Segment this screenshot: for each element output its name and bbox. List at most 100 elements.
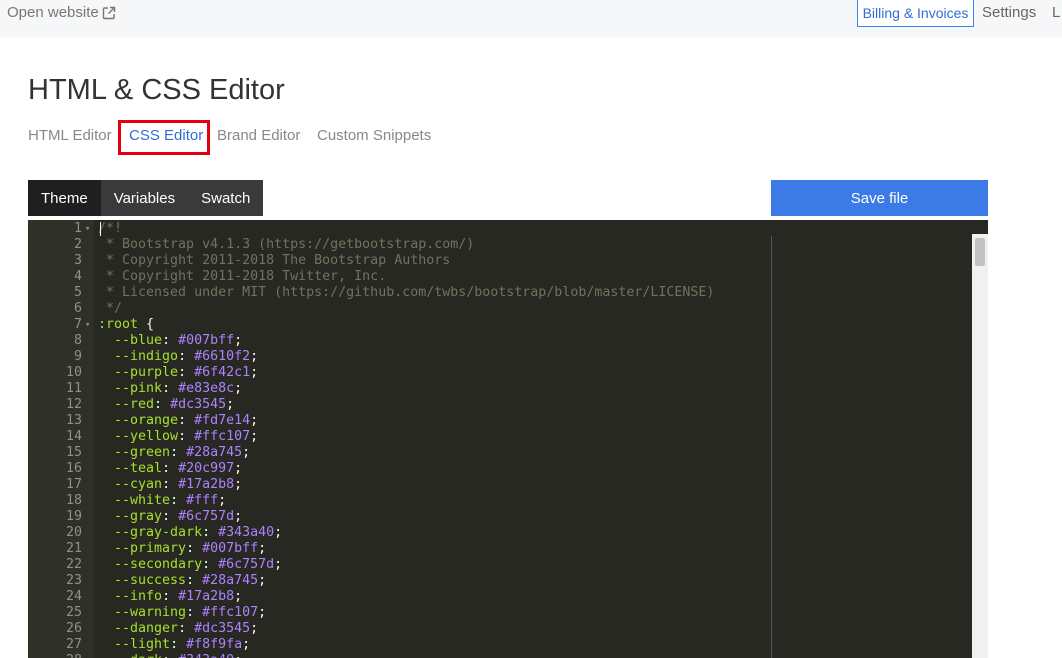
code-token: { bbox=[138, 317, 155, 332]
code-token: ; bbox=[250, 413, 259, 428]
scrollbar-thumb[interactable] bbox=[975, 238, 985, 266]
code-line: --red: #dc3545; bbox=[98, 397, 234, 413]
code-token: #6c757d bbox=[178, 509, 235, 524]
code-token: #007bff bbox=[178, 333, 235, 348]
code-line: --orange: #fd7e14; bbox=[98, 413, 258, 429]
code-token: #fd7e14 bbox=[194, 413, 251, 428]
code-token: ; bbox=[234, 509, 243, 524]
code-token: #6c757d bbox=[218, 557, 275, 572]
text-cursor bbox=[100, 222, 101, 236]
subtab-theme[interactable]: Theme bbox=[28, 180, 101, 216]
code-token: ; bbox=[250, 621, 259, 636]
line-number: 17 bbox=[65, 477, 82, 492]
code-token: ; bbox=[242, 445, 251, 460]
editor-scrollbar[interactable] bbox=[972, 234, 988, 658]
code-line: :root { bbox=[98, 317, 154, 333]
subtab-variables[interactable]: Variables bbox=[100, 180, 189, 216]
code-line: --info: #17a2b8; bbox=[98, 589, 242, 605]
code-token: --success bbox=[114, 573, 187, 588]
line-number: 8 bbox=[73, 333, 82, 348]
line-number: 23 bbox=[65, 573, 82, 588]
code-token: ; bbox=[250, 365, 259, 380]
line-number: 7 bbox=[73, 317, 82, 332]
code-token: --green bbox=[114, 445, 171, 460]
line-number: 18 bbox=[65, 493, 82, 508]
nav-billing-invoices[interactable]: Billing & Invoices bbox=[857, 0, 974, 27]
line-number: 2 bbox=[73, 237, 82, 252]
code-line: --dark: #343a40; bbox=[98, 653, 242, 658]
tab-brand-editor[interactable]: Brand Editor bbox=[217, 127, 300, 144]
code-line: --warning: #ffc107; bbox=[98, 605, 266, 621]
code-token: ; bbox=[234, 477, 243, 492]
code-line: * Licensed under MIT (https://github.com… bbox=[98, 285, 714, 301]
code-token: ; bbox=[274, 525, 283, 540]
code-line: --success: #28a745; bbox=[98, 573, 266, 589]
open-website-link[interactable]: Open website bbox=[7, 4, 116, 21]
code-token: --indigo bbox=[114, 349, 179, 364]
code-token: ; bbox=[250, 349, 259, 364]
code-editor[interactable]: 1 ▾ 2 3 4 5 6 7 ▾ 8 9 10 11 12 13 14 15 16 17 18 19 20 21 22 23 2… bbox=[28, 220, 988, 658]
code-token: : bbox=[186, 605, 203, 620]
line-number: 4 bbox=[73, 269, 82, 284]
code-token: #dc3545 bbox=[194, 621, 251, 636]
code-token: : bbox=[170, 493, 187, 508]
code-line: --primary: #007bff; bbox=[98, 541, 266, 557]
line-number: 27 bbox=[65, 637, 82, 652]
open-website-label: Open website bbox=[7, 4, 99, 21]
line-number: 9 bbox=[73, 349, 82, 364]
code-token: #343a40 bbox=[178, 653, 234, 658]
code-line: --white: #fff; bbox=[98, 493, 226, 509]
line-number: 16 bbox=[65, 461, 82, 476]
code-line: --light: #f8f9fa; bbox=[98, 637, 250, 653]
code-token: --white bbox=[114, 493, 171, 508]
code-token: #17a2b8 bbox=[178, 477, 235, 492]
code-token: :root bbox=[98, 317, 139, 332]
code-token: : bbox=[170, 445, 187, 460]
line-number: 19 bbox=[65, 509, 82, 524]
fold-arrow-icon[interactable]: ▾ bbox=[85, 317, 93, 333]
code-token: : bbox=[178, 413, 195, 428]
tab-custom-snippets[interactable]: Custom Snippets bbox=[317, 127, 431, 144]
code-line: */ bbox=[98, 301, 122, 317]
code-token: #ffc107 bbox=[194, 429, 251, 444]
save-file-button[interactable]: Save file bbox=[771, 180, 988, 216]
code-token: ; bbox=[250, 429, 259, 444]
tab-html-editor[interactable]: HTML Editor bbox=[28, 127, 112, 144]
code-line: --secondary: #6c757d; bbox=[98, 557, 282, 573]
nav-item-truncated[interactable]: L bbox=[1052, 4, 1060, 21]
code-token: ; bbox=[218, 493, 227, 508]
code-token: --gray bbox=[114, 509, 163, 524]
code-token: /*! bbox=[98, 221, 123, 236]
code-token: : bbox=[162, 589, 179, 604]
code-token: ; bbox=[258, 605, 267, 620]
line-number: 3 bbox=[73, 253, 82, 268]
code-line: --pink: #e83e8c; bbox=[98, 381, 242, 397]
line-number: 15 bbox=[65, 445, 82, 460]
code-token: --gray-dark bbox=[114, 525, 203, 540]
code-token: : bbox=[178, 349, 195, 364]
code-token: : bbox=[186, 541, 203, 556]
code-token: ; bbox=[234, 333, 243, 348]
line-number: 10 bbox=[65, 365, 82, 380]
code-token: : bbox=[162, 477, 179, 492]
line-number: 26 bbox=[65, 621, 82, 636]
code-token: ; bbox=[234, 653, 242, 658]
fold-arrow-icon[interactable]: ▾ bbox=[85, 221, 93, 237]
nav-settings[interactable]: Settings bbox=[982, 4, 1036, 21]
line-number: 22 bbox=[65, 557, 82, 572]
code-token: ; bbox=[258, 573, 267, 588]
line-number: 20 bbox=[65, 525, 82, 540]
css-subtabs: Theme Variables Swatch bbox=[28, 180, 264, 216]
subtab-swatch[interactable]: Swatch bbox=[188, 180, 264, 216]
